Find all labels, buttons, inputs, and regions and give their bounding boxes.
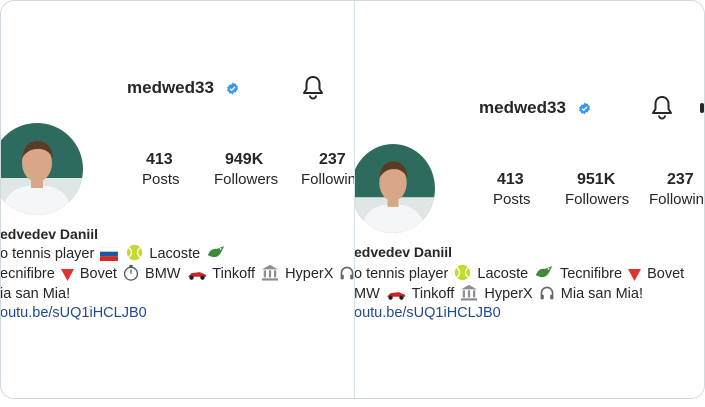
bio-text: Tinkoff (212, 266, 255, 282)
verified-badge-icon (227, 82, 238, 95)
bio-line-3: ia san Mia! (1, 286, 71, 302)
bio-text: MW (355, 286, 380, 302)
bio-text: Bovet (647, 266, 685, 282)
bio-text: Tecnifibre (559, 266, 623, 282)
followers-count: 951K (577, 171, 616, 188)
red-triangle-icon (60, 269, 74, 281)
crocodile-icon (208, 246, 225, 258)
bio-line-1: o tennis player Lacoste Tecnifibre Bovet (355, 264, 684, 284)
bell-icon[interactable] (650, 94, 674, 120)
following-count: 237 (319, 151, 346, 168)
profile-avatar[interactable] (1, 123, 83, 215)
posts-count: 413 (497, 171, 524, 188)
verified-badge-icon (579, 102, 590, 115)
profile-display-name: edvedev Daniil (1, 226, 99, 242)
red-triangle-icon (628, 269, 642, 281)
profile-username: medwed33 (127, 78, 214, 97)
bio-text: Tinkoff (411, 286, 455, 302)
posts-label[interactable]: Posts (142, 171, 180, 188)
bio-text: Bovet (79, 266, 117, 282)
posts-label[interactable]: Posts (493, 191, 531, 208)
followers-label[interactable]: Followers (565, 191, 629, 208)
profile-username: medwed33 (479, 98, 566, 117)
bell-icon[interactable] (301, 74, 325, 100)
bio-line-1: o tennis player Lacoste (1, 244, 228, 264)
bio-text: Lacoste (477, 266, 529, 282)
profile-avatar[interactable] (355, 144, 435, 233)
bio-text: HyperX (484, 286, 533, 302)
following-label[interactable]: Followin (301, 171, 354, 188)
following-label[interactable]: Followin (649, 191, 704, 208)
bio-line-2: ecnifibre Bovet BMW Tinkoff HyperX (1, 264, 354, 284)
bio-text: Mia san Mia! (560, 286, 643, 302)
bank-icon (261, 264, 279, 281)
bio-link[interactable]: outu.be/sUQ1iHCLJB0 (355, 305, 501, 321)
stopwatch-icon (123, 264, 139, 281)
bio-text: Lacoste (149, 246, 201, 262)
bio-text: o tennis player (1, 246, 95, 262)
tennis-ball-icon (455, 264, 471, 281)
race-car-icon (187, 272, 206, 280)
headphones-icon (341, 266, 354, 280)
crocodile-icon (536, 266, 553, 278)
bio-line-2: MW Tinkoff HyperX Mia san Mia! (355, 284, 643, 304)
tennis-ball-icon (127, 244, 143, 261)
bio-text: o tennis player (355, 266, 449, 282)
menu-edge (700, 103, 704, 113)
profile-display-name: edvedev Daniil (355, 244, 453, 260)
bank-icon (461, 284, 478, 301)
bio-text: HyperX (285, 266, 334, 282)
headphones-icon (540, 286, 554, 300)
tweet-image-frame: medwed33 413 Posts 949K Followers 237 Fo… (0, 0, 705, 399)
following-count: 237 (667, 171, 694, 188)
race-car-icon (386, 292, 405, 300)
followers-count: 949K (225, 151, 264, 168)
posts-count: 413 (146, 151, 173, 168)
bio-link[interactable]: outu.be/sUQ1iHCLJB0 (1, 305, 147, 321)
left-profile-screenshot: medwed33 413 Posts 949K Followers 237 Fo… (1, 1, 354, 398)
followers-label[interactable]: Followers (214, 171, 278, 188)
bio-text: BMW (145, 266, 181, 282)
bio-text: ecnifibre (1, 266, 55, 282)
right-profile-screenshot: medwed33 413 Posts 951K Followers 237 Fo… (355, 1, 704, 398)
russia-flag-icon (100, 247, 119, 261)
